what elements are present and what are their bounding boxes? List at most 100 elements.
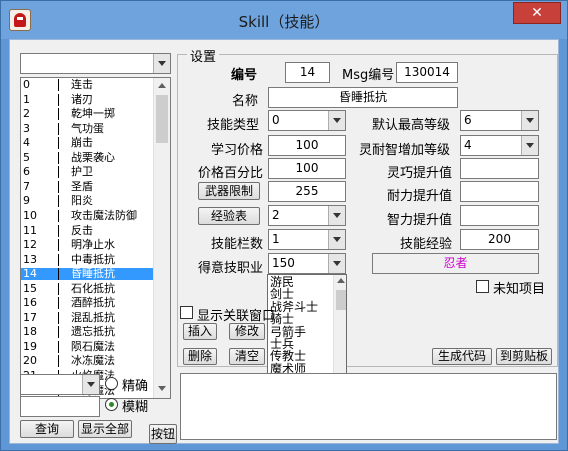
list-item[interactable]: 6 护卫 <box>21 166 154 179</box>
id-field[interactable]: 14 <box>285 62 330 83</box>
list-item[interactable]: 3 气功蛋 <box>21 121 154 135</box>
list-item-name: 冰冻魔法 <box>71 354 115 368</box>
chevron-down-icon <box>328 230 345 249</box>
unknown-item-label: 未知项目 <box>493 282 546 297</box>
close-button[interactable]: ✕ <box>513 2 561 24</box>
job-dropdown-item[interactable]: 战斧斗士 <box>270 301 318 313</box>
skill-exp-field[interactable]: 200 <box>460 229 539 250</box>
list-item[interactable]: 9 阳炎 <box>21 195 154 208</box>
skill-type-value: 0 <box>272 113 280 127</box>
list-item[interactable]: 15 石化抵抗 <box>21 281 154 295</box>
skill-slots-combo[interactable]: 1 <box>268 229 346 250</box>
stamina-field[interactable] <box>460 181 539 202</box>
list-item[interactable]: 20 冰冻魔法 <box>21 354 154 368</box>
show-linked-checkbox[interactable] <box>180 306 193 319</box>
fuzzy-radio[interactable] <box>105 398 118 411</box>
generate-code-button[interactable]: 生成代码 <box>432 348 492 365</box>
chevron-down-icon <box>521 111 538 130</box>
scroll-up-icon[interactable] <box>337 278 345 283</box>
dropdown-scroll-thumb[interactable] <box>336 290 346 310</box>
unknown-item-checkbox[interactable] <box>476 280 489 293</box>
list-item-separator <box>58 137 59 150</box>
list-item[interactable]: 1 诸刃 <box>21 93 154 106</box>
output-textarea[interactable] <box>180 373 557 440</box>
name-field[interactable]: 昏睡抵抗 <box>268 87 458 108</box>
list-item[interactable]: 16 酒醉抵抗 <box>21 296 154 310</box>
price-percent-field[interactable]: 100 <box>268 158 346 179</box>
dex-field[interactable] <box>460 158 539 179</box>
skill-list[interactable]: 0 连击 1 诸刃 2 乾坤一掷 3 气功蛋 4 崩击 5 战栗袭心 6 护卫 7 圣盾 9 阳炎 10 攻击魔法防御… <box>20 77 171 399</box>
chevron-down-icon <box>521 136 538 155</box>
scroll-down-icon[interactable] <box>158 386 166 391</box>
modify-button[interactable]: 修改 <box>229 323 265 340</box>
list-item-id: 18 <box>23 325 37 339</box>
list-item-name: 石化抵抗 <box>71 281 115 295</box>
list-item-id: 5 <box>23 150 30 164</box>
chevron-down-icon <box>328 206 345 225</box>
scroll-up-icon[interactable] <box>158 83 166 88</box>
list-item[interactable]: 4 崩击 <box>21 137 154 150</box>
favored-job-combo[interactable]: 150 <box>268 253 346 274</box>
list-item[interactable]: 13 中毒抵抗 <box>21 253 154 266</box>
list-item-id: 14 <box>23 267 37 281</box>
list-item-id: 15 <box>23 281 37 295</box>
list-item[interactable]: 11 反击 <box>21 224 154 237</box>
list-item-name: 陨石魔法 <box>71 339 115 353</box>
list-item[interactable]: 10 攻击魔法防御 <box>21 209 154 222</box>
list-item[interactable]: 19 陨石魔法 <box>21 339 154 353</box>
show-all-button[interactable]: 显示全部 <box>78 420 132 438</box>
list-item-separator <box>58 326 59 339</box>
list-scrollbar[interactable] <box>153 78 170 398</box>
list-item-separator <box>58 239 59 252</box>
exp-table-button[interactable]: 经验表 <box>198 207 260 225</box>
generic-button[interactable]: 按钮 <box>149 424 177 444</box>
list-item-name: 酒醉抵抗 <box>71 296 115 310</box>
list-item-name: 气功蛋 <box>71 121 104 135</box>
list-item[interactable]: 2 乾坤一掷 <box>21 107 154 121</box>
spirit-level-combo[interactable]: 4 <box>460 135 539 156</box>
favored-job-name: 忍者 <box>372 253 539 274</box>
search-input[interactable] <box>20 396 100 417</box>
list-item[interactable]: 7 圣盾 <box>21 180 154 193</box>
favored-job-value: 150 <box>272 256 295 270</box>
list-item[interactable]: 18 遗忘抵抗 <box>21 325 154 339</box>
list-item-separator <box>58 151 59 164</box>
skill-slots-label: 技能栏数 <box>211 237 264 252</box>
query-button[interactable]: 查询 <box>20 420 74 438</box>
job-dropdown-item[interactable]: 弓箭手 <box>270 326 306 338</box>
list-item[interactable]: 14 昏睡抵抗 <box>21 267 154 281</box>
list-item[interactable]: 12 明净止水 <box>21 239 154 252</box>
learn-price-label: 学习价格 <box>211 143 264 158</box>
name-label: 名称 <box>232 94 259 109</box>
learn-price-field[interactable]: 100 <box>268 135 346 156</box>
weapon-limit-field[interactable]: 255 <box>268 181 346 202</box>
filter-combo[interactable] <box>20 53 171 74</box>
weapon-limit-button[interactable]: 武器限制 <box>198 182 260 200</box>
int-field[interactable] <box>460 205 539 226</box>
chevron-down-icon <box>82 375 99 394</box>
chevron-down-icon <box>328 111 345 130</box>
exact-radio[interactable] <box>105 377 118 390</box>
search-field-combo[interactable] <box>20 374 100 395</box>
title-bar[interactable]: Skill（技能） ✕ <box>1 1 567 39</box>
list-item[interactable]: 5 战栗袭心 <box>21 150 154 164</box>
insert-button[interactable]: 插入 <box>183 323 217 340</box>
dex-label: 灵巧提升值 <box>387 166 453 181</box>
max-level-combo[interactable]: 6 <box>460 110 539 131</box>
exp-table-combo[interactable]: 2 <box>268 205 346 226</box>
max-level-label: 默认最高等级 <box>372 118 451 133</box>
scroll-thumb[interactable] <box>156 95 168 143</box>
spirit-level-label: 灵耐智增加等级 <box>359 143 451 158</box>
list-item[interactable]: 17 混乱抵抗 <box>21 311 154 324</box>
list-item-name: 昏睡抵抗 <box>71 267 115 281</box>
msg-id-field[interactable]: 130014 <box>396 62 458 83</box>
copy-to-clipboard-button[interactable]: 到剪贴板 <box>496 348 552 365</box>
skill-type-combo[interactable]: 0 <box>268 110 346 131</box>
list-item[interactable]: 0 连击 <box>21 79 154 91</box>
job-dropdown-item[interactable]: 传教士 <box>270 350 306 362</box>
list-item-id: 2 <box>23 107 30 121</box>
list-item-separator <box>58 224 59 237</box>
clear-button[interactable]: 清空 <box>229 348 265 365</box>
job-dropdown-item[interactable]: 剑士 <box>270 288 294 300</box>
delete-button[interactable]: 删除 <box>183 348 217 365</box>
